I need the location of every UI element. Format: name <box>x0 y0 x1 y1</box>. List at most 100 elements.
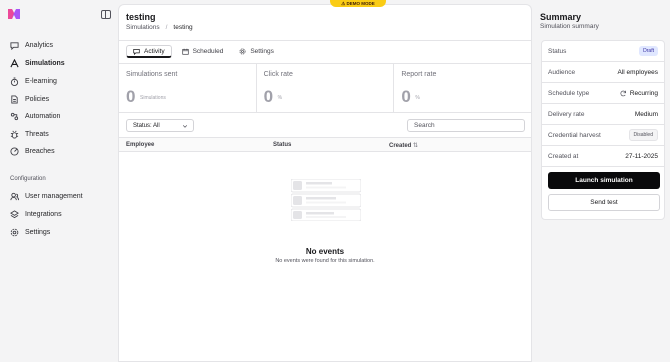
summary-row-audience: Audience All employees <box>542 62 664 83</box>
sidebar-item-integrations[interactable]: Integrations <box>10 207 62 221</box>
summary-subtitle: Simulation summary <box>540 23 599 30</box>
app-logo[interactable] <box>7 8 21 20</box>
stat-unit: Simulations <box>140 95 166 101</box>
timer-icon <box>10 76 19 86</box>
page-title: testing <box>126 12 156 22</box>
summary-key: Status <box>548 47 567 55</box>
summary-key: Created at <box>548 152 579 160</box>
sidebar-item-label: Analytics <box>25 41 54 49</box>
sidebar-toggle-icon[interactable] <box>101 10 111 19</box>
automation-icon <box>10 112 19 121</box>
stat-simulations-sent: Simulations sent 0 Simulations <box>119 64 257 112</box>
breadcrumb: Simulations / testing <box>126 24 193 31</box>
breadcrumb-current: testing <box>173 24 193 31</box>
activity-icon <box>133 48 140 55</box>
sidebar-item-analytics[interactable]: Analytics <box>10 38 53 52</box>
sidebar-item-label: E-learning <box>25 77 57 85</box>
summary-key: Credential harvest <box>548 131 601 139</box>
breadcrumb-separator: / <box>165 24 168 31</box>
divider <box>119 40 531 41</box>
column-header-label: Created <box>389 143 412 149</box>
tab-label: Scheduled <box>192 48 224 55</box>
target-icon <box>10 58 19 68</box>
document-icon <box>10 94 19 104</box>
summary-badge: Disabled <box>628 129 658 141</box>
search-input[interactable]: Search <box>407 119 525 132</box>
tab-label: Settings <box>250 48 274 55</box>
tab-settings[interactable]: Settings <box>233 45 280 58</box>
calendar-icon <box>181 48 189 55</box>
sidebar-item-label: Policies <box>25 95 50 103</box>
column-header-status[interactable]: Status <box>273 142 291 148</box>
sidebar-item-label: Integrations <box>25 210 62 218</box>
status-badge: Draft <box>639 46 658 56</box>
tab-bar: Activity Scheduled Settings <box>126 45 280 58</box>
summary-key: Schedule type <box>548 89 590 97</box>
summary-row-schedule-type: Schedule type Recurring <box>542 83 664 104</box>
summary-key: Audience <box>548 68 576 76</box>
bug-icon <box>10 130 19 139</box>
users-icon <box>10 192 19 201</box>
stat-unit: % <box>277 95 283 101</box>
gear-icon <box>10 228 19 237</box>
tab-scheduled[interactable]: Scheduled <box>176 45 230 58</box>
gear-icon <box>239 48 246 55</box>
stat-value: 0 <box>401 87 411 106</box>
summary-row-status: Status Draft <box>542 41 664 62</box>
chat-icon <box>10 41 19 50</box>
stat-click-rate: Click rate 0 % <box>257 64 395 112</box>
status-filter-select[interactable]: Status: All <box>126 119 194 132</box>
sidebar-item-label: Threats <box>25 130 49 138</box>
summary-value: All employees <box>617 68 658 76</box>
stat-report-rate: Report rate 0 % <box>394 64 531 112</box>
tab-activity[interactable]: Activity <box>126 45 172 58</box>
sidebar-item-simulations[interactable]: Simulations <box>10 56 65 70</box>
stat-value: 0 <box>263 87 274 106</box>
stat-unit: % <box>415 95 420 101</box>
stat-label: Click rate <box>263 71 293 78</box>
refresh-icon <box>620 90 626 96</box>
table-header: Employee Status Created ⇅ <box>119 137 531 152</box>
summary-row-created-at: Created at 27-11-2025 <box>542 146 664 167</box>
launch-simulation-button[interactable]: Launch simulation <box>548 172 660 189</box>
sidebar-item-settings[interactable]: Settings <box>10 225 50 239</box>
column-header-created[interactable]: Created ⇅ <box>389 142 418 149</box>
chevron-down-icon <box>182 124 188 128</box>
tab-label: Activity <box>144 47 165 55</box>
send-test-button[interactable]: Send test <box>548 194 660 211</box>
sidebar-item-label: Breaches <box>25 147 55 155</box>
summary-card: Status Draft Audience All employees Sche… <box>541 40 665 220</box>
summary-panel: Summary Simulation summary Status Draft … <box>533 4 670 362</box>
column-header-employee[interactable]: Employee <box>126 142 154 148</box>
sort-icon: ⇅ <box>413 143 419 149</box>
summary-row-delivery-rate: Delivery rate Medium <box>542 104 664 125</box>
gauge-icon <box>10 146 19 156</box>
sidebar-item-policies[interactable]: Policies <box>10 92 49 106</box>
breadcrumb-link-simulations[interactable]: Simulations <box>126 24 160 31</box>
sidebar: Analytics Simulations E-learning Policie… <box>0 0 118 362</box>
sidebar-item-label: Settings <box>25 228 51 236</box>
sidebar-item-label: User management <box>25 192 83 200</box>
sidebar-item-user-management[interactable]: User management <box>10 189 83 203</box>
stat-value: 0 <box>126 87 136 106</box>
sidebar-item-label: Automation <box>25 112 61 120</box>
demo-mode-badge: ⚠ DEMO MODE <box>330 0 386 7</box>
summary-row-credential-harvest: Credential harvest Disabled <box>542 125 664 146</box>
status-filter-value: Status: All <box>133 122 160 129</box>
stat-label: Simulations sent <box>126 71 178 78</box>
sidebar-section-configuration: Configuration <box>10 176 46 182</box>
stat-label: Report rate <box>401 71 437 78</box>
sidebar-item-threats[interactable]: Threats <box>10 127 49 141</box>
summary-key: Delivery rate <box>548 110 585 118</box>
sidebar-item-e-learning[interactable]: E-learning <box>10 74 57 88</box>
stats-row: Simulations sent 0 Simulations Click rat… <box>119 63 531 113</box>
summary-value: 27-11-2025 <box>625 152 658 160</box>
summary-value-text: Recurring <box>629 89 658 97</box>
sidebar-item-automation[interactable]: Automation <box>10 109 60 123</box>
summary-value: Recurring <box>620 90 658 97</box>
summary-value: Medium <box>634 110 658 118</box>
empty-state-title: No events <box>305 247 345 256</box>
empty-state-subtitle: No events were found for this simulation… <box>275 258 375 264</box>
main-panel: testing Simulations / testing Activity S… <box>118 4 532 362</box>
sidebar-item-breaches[interactable]: Breaches <box>10 144 55 158</box>
